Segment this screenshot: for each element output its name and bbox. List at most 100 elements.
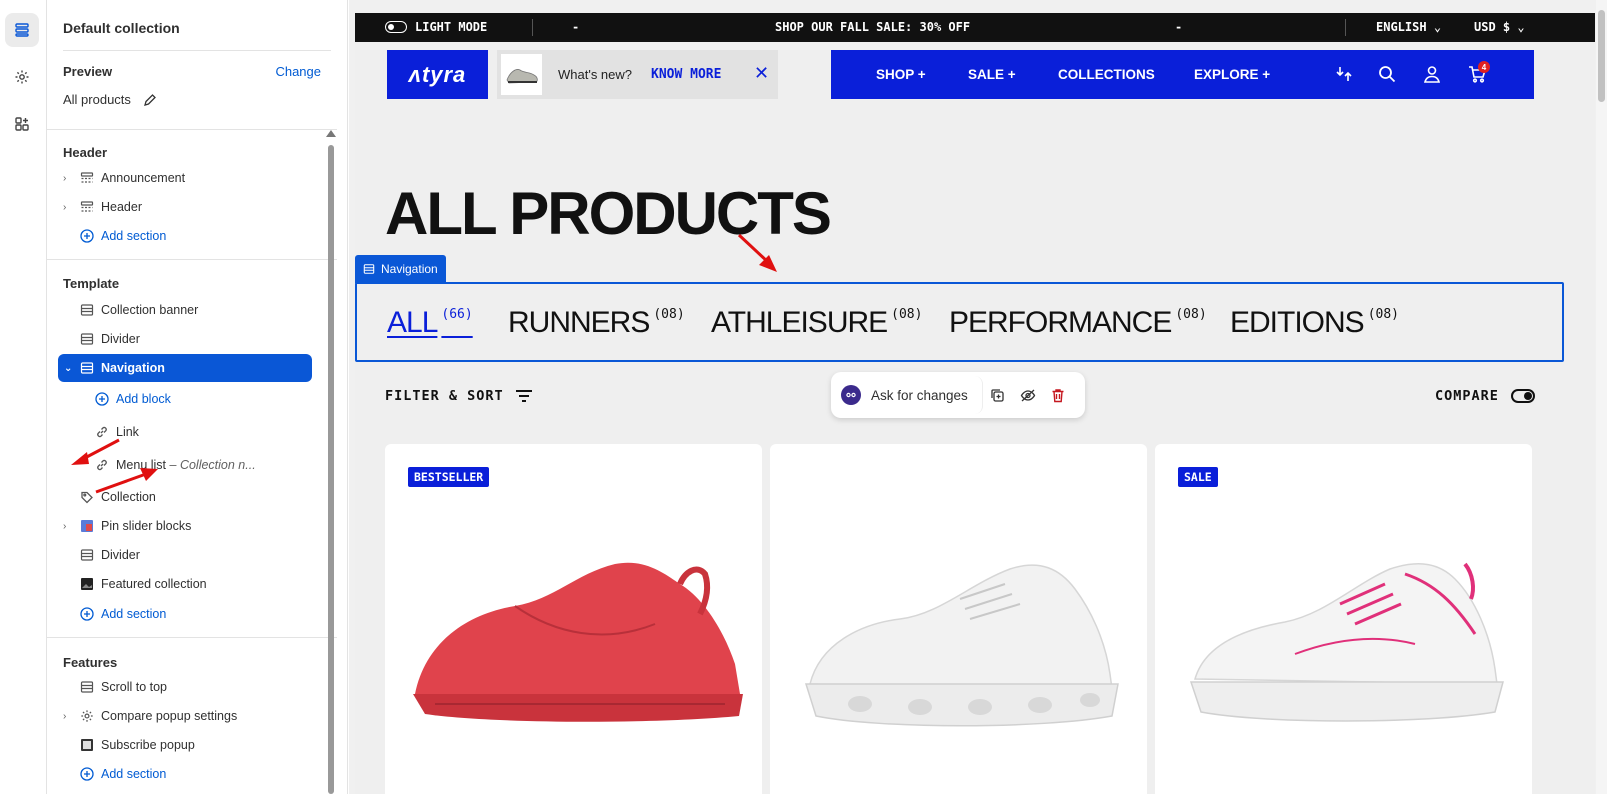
currency-selector[interactable]: USD $ ⌄ [1474, 20, 1525, 34]
tree-item-label: Collection banner [101, 303, 199, 317]
filter-sort-button[interactable]: FILTER & SORT [385, 388, 534, 404]
main-navigation: SHOP + SALE + COLLECTIONS EXPLORE + 4 [831, 50, 1534, 99]
tree-item-label: Pin slider blocks [101, 519, 192, 533]
image-thumbnail-icon [80, 738, 94, 752]
section-sidebar: Default collection Preview Change All pr… [47, 0, 348, 794]
nav-collections[interactable]: COLLECTIONS [1058, 67, 1155, 82]
tree-item-label: Divider [101, 332, 140, 346]
sidebar-title: Default collection [63, 20, 180, 36]
delete-trash-icon[interactable] [1043, 380, 1073, 410]
collection-link-athleisure[interactable]: ATHLEISURE (08) [711, 306, 922, 340]
collection-navigation-section[interactable]: ALL (66) RUNNERS (08) ATHLEISURE (08) PERFO… [355, 282, 1564, 362]
preview-value[interactable]: All products [63, 92, 157, 107]
add-section-label: Add section [101, 607, 167, 621]
add-section-button[interactable]: Add section [47, 760, 322, 788]
tree-item-label: Divider [101, 548, 140, 562]
tree-item-divider[interactable]: Divider [47, 325, 322, 353]
product-card[interactable]: SALE [1155, 444, 1532, 794]
collection-link-all[interactable]: ALL (66) [387, 306, 473, 340]
tree-item-subscribe-popup[interactable]: Subscribe popup [47, 731, 322, 759]
tree-item-label: Subscribe popup [101, 738, 195, 752]
duplicate-icon[interactable] [983, 380, 1013, 410]
edit-pencil-icon[interactable] [143, 93, 157, 107]
collection-count: (08) [891, 307, 923, 322]
tree-item-compare-popup-settings[interactable]: › Compare popup settings [47, 702, 322, 730]
nav-explore[interactable]: EXPLORE + [1194, 67, 1270, 82]
toggle-switch-icon[interactable] [1510, 389, 1535, 403]
whats-new-text: What's new? [558, 67, 633, 82]
header-group-heading: Header [63, 145, 108, 160]
compare-arrows-icon[interactable] [1334, 64, 1354, 84]
plus-circle-icon [80, 607, 94, 621]
product-card[interactable]: BESTSELLER [385, 444, 762, 794]
tree-item-label: Header [101, 200, 142, 214]
tree-item-collection[interactable]: Collection [47, 483, 322, 511]
theme-settings-gear-icon[interactable] [5, 60, 39, 94]
compare-label: COMPARE [1435, 388, 1499, 404]
add-section-button[interactable]: Add section [47, 600, 322, 628]
hide-eye-icon[interactable] [1013, 380, 1043, 410]
collection-link-performance[interactable]: PERFORMANCE (08) [949, 306, 1207, 340]
tree-item-pin-slider-blocks[interactable]: › Pin slider blocks [47, 512, 322, 540]
section-tag-label: Navigation [381, 262, 438, 276]
add-section-label: Add section [101, 767, 167, 781]
chevron-right-icon[interactable]: › [63, 521, 73, 532]
image-thumbnail-icon [80, 519, 94, 533]
selected-section-tag[interactable]: Navigation [355, 255, 446, 283]
collection-link-runners[interactable]: RUNNERS (08) [508, 306, 685, 340]
tree-item-label: Announcement [101, 171, 186, 185]
close-icon[interactable]: ✕ [754, 63, 769, 84]
light-mode-toggle-icon[interactable] [385, 21, 407, 33]
chevron-right-icon[interactable]: › [63, 711, 73, 722]
tree-item-header[interactable]: › Header [47, 193, 322, 221]
language-selector[interactable]: ENGLISH ⌄ [1376, 20, 1441, 34]
tree-item-featured-collection[interactable]: Featured collection [47, 570, 322, 598]
tree-item-announcement[interactable]: › Announcement [47, 164, 322, 192]
preview-scrollbar[interactable] [1596, 0, 1607, 794]
white-sneaker-image[interactable] [790, 544, 1130, 734]
tree-item-divider-2[interactable]: Divider [47, 541, 322, 569]
collection-count: (08) [1175, 307, 1207, 322]
app-blocks-icon[interactable] [5, 107, 39, 141]
shoe-thumbnail-image[interactable] [501, 54, 542, 95]
store-page: LIGHT MODE - SHOP OUR FALL SALE: 30% OFF… [355, 13, 1595, 794]
collection-label: PERFORMANCE [949, 306, 1172, 339]
know-more-link[interactable]: KNOW MORE [651, 67, 721, 82]
red-sneaker-image[interactable] [405, 544, 745, 734]
features-group-heading: Features [63, 655, 118, 670]
cart-count-badge: 4 [1478, 61, 1490, 73]
divider [47, 259, 337, 260]
preview-value-text: All products [63, 92, 131, 107]
add-section-button[interactable]: Add section [47, 222, 322, 250]
compare-toggle[interactable]: COMPARE [1435, 388, 1535, 404]
chevron-down-icon[interactable]: ⌄ [64, 363, 74, 374]
nav-sale[interactable]: SALE + [968, 67, 1016, 82]
collection-label: ATHLEISURE [711, 306, 888, 339]
change-preview-link[interactable]: Change [275, 64, 321, 79]
chevron-right-icon[interactable]: › [63, 173, 73, 184]
scrollbar-thumb[interactable] [1598, 10, 1605, 102]
filter-sort-label: FILTER & SORT [385, 388, 504, 404]
filter-icon [515, 390, 532, 402]
search-icon[interactable] [1377, 64, 1397, 84]
announcement-message[interactable]: SHOP OUR FALL SALE: 30% OFF [775, 20, 970, 34]
image-thumbnail-icon [80, 577, 94, 591]
tree-item-navigation-selected[interactable]: ⌄ Navigation [58, 354, 312, 382]
collection-link-editions[interactable]: EDITIONS (08) [1230, 306, 1399, 340]
red-arrow-annotation-icon [71, 438, 120, 465]
sidebar-scrollbar[interactable] [328, 145, 334, 794]
ask-for-changes-button[interactable]: Ask for changes [835, 376, 983, 414]
sections-icon[interactable] [5, 13, 39, 47]
chevron-right-icon[interactable]: › [63, 202, 73, 213]
product-card[interactable] [770, 444, 1147, 794]
product-badge: SALE [1178, 467, 1218, 487]
add-block-button[interactable]: Add block [47, 385, 322, 413]
store-logo[interactable]: ʌtyra [387, 50, 488, 99]
account-icon[interactable] [1422, 64, 1442, 84]
white-pink-sneaker-image[interactable] [1175, 544, 1515, 734]
light-mode-label[interactable]: LIGHT MODE [415, 20, 487, 34]
scroll-up-arrow-icon[interactable] [326, 130, 336, 137]
nav-shop[interactable]: SHOP + [876, 67, 926, 82]
tree-item-scroll-to-top[interactable]: Scroll to top [47, 673, 322, 701]
tree-item-collection-banner[interactable]: Collection banner [47, 296, 322, 324]
